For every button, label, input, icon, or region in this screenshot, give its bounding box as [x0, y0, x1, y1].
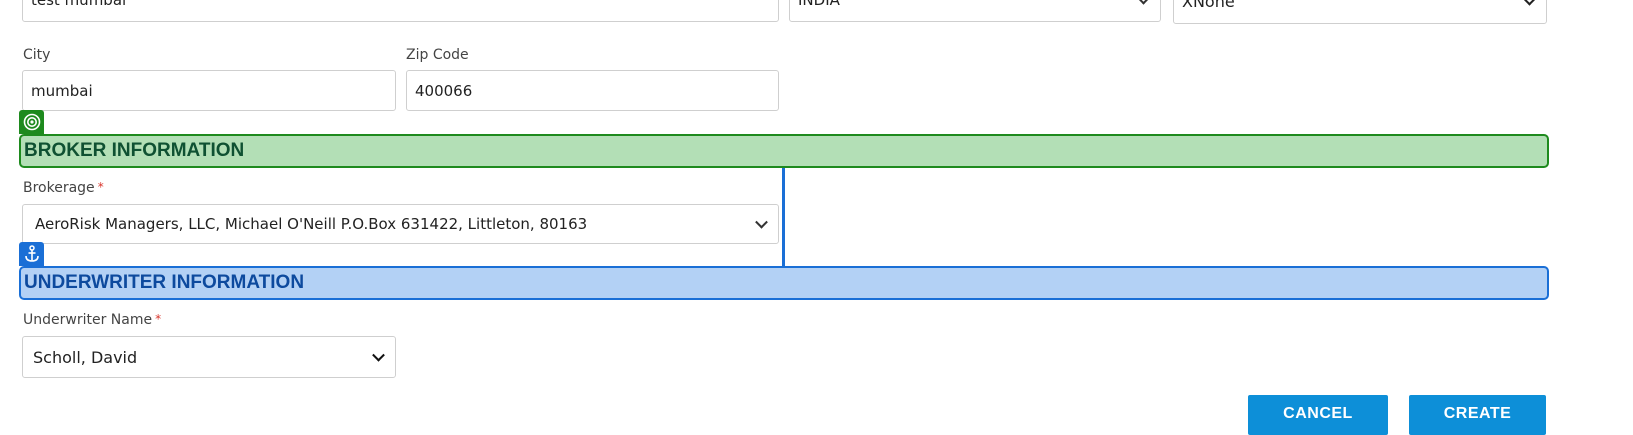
city-input[interactable]: mumbai — [22, 70, 396, 111]
country-select[interactable]: INDIA — [789, 0, 1161, 22]
underwriter-name-label: Underwriter Name * — [23, 312, 162, 328]
country-value: INDIA — [798, 0, 840, 9]
underwriter-section-title: UNDERWRITER INFORMATION — [24, 272, 305, 293]
cancel-button[interactable]: CANCEL — [1248, 395, 1388, 435]
zip-code-input[interactable]: 400066 — [406, 70, 779, 111]
required-mark: * — [155, 312, 162, 326]
brokerage-value: AeroRisk Managers, LLC, Michael O'Neill … — [35, 215, 588, 233]
state-value: XNone — [1182, 0, 1235, 11]
underwriter-section-tag — [19, 242, 44, 266]
underwriter-section-header: UNDERWRITER INFORMATION — [19, 266, 1549, 300]
street-address-value: test mumbai — [31, 0, 127, 9]
broker-section-header: BROKER INFORMATION — [19, 134, 1549, 168]
broker-section-title: BROKER INFORMATION — [24, 140, 245, 161]
anchor-icon — [24, 245, 39, 262]
brokerage-label: Brokerage * — [23, 180, 104, 196]
connector-line — [782, 167, 785, 267]
broker-section-tag — [19, 110, 44, 134]
zip-code-label: Zip Code — [406, 47, 469, 63]
state-select[interactable]: XNone — [1173, 0, 1547, 24]
chevron-down-icon — [1523, 0, 1536, 6]
chevron-down-icon — [755, 215, 768, 229]
required-mark: * — [97, 180, 104, 194]
city-value: mumbai — [31, 81, 93, 100]
brokerage-select[interactable]: AeroRisk Managers, LLC, Michael O'Neill … — [22, 204, 779, 244]
target-icon — [23, 113, 40, 131]
zip-code-value: 400066 — [415, 81, 473, 100]
create-button[interactable]: CREATE — [1409, 395, 1546, 435]
city-label: City — [23, 47, 51, 63]
underwriter-name-value: Scholl, David — [33, 347, 138, 367]
underwriter-name-select[interactable]: Scholl, David — [22, 336, 396, 378]
chevron-down-icon — [1137, 0, 1150, 5]
street-address-input[interactable]: test mumbai — [22, 0, 779, 22]
chevron-down-icon — [372, 348, 385, 362]
